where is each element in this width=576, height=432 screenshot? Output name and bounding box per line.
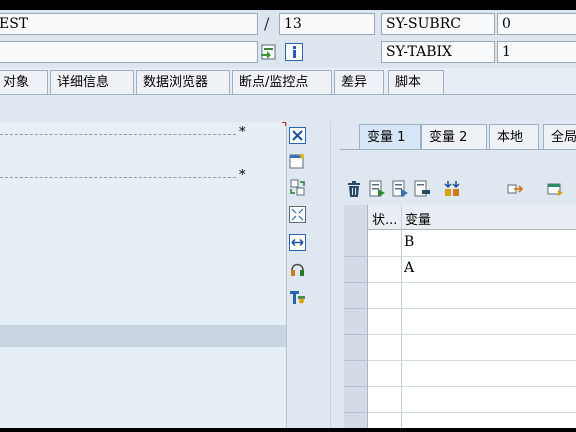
line-number-field[interactable]: 13	[279, 13, 375, 35]
tab-script[interactable]: 脚本	[388, 70, 444, 94]
source-code-area[interactable]: * *	[0, 122, 287, 428]
row-line	[368, 256, 576, 257]
scroll-corner	[282, 122, 286, 126]
sysvar-subrc-value[interactable]: 0	[497, 13, 576, 35]
sysvar-subrc-label: SY-SUBRC	[381, 13, 495, 35]
maximize-icon[interactable]	[289, 206, 306, 223]
bottom-edge	[0, 428, 576, 432]
tab-content-band	[0, 94, 576, 122]
code-line-marker-2: *	[239, 168, 246, 183]
table-row[interactable]: A	[368, 256, 576, 282]
program-field[interactable]: EST	[0, 13, 258, 35]
swap-panels-icon[interactable]	[289, 179, 306, 196]
selector-line	[344, 282, 368, 283]
row-line	[368, 360, 576, 361]
row-line	[368, 308, 576, 309]
selector-line	[344, 334, 368, 335]
variable-name-cell[interactable]: A	[404, 260, 414, 276]
tab-breakpoints[interactable]: 断点/监控点	[232, 70, 332, 94]
services-icon[interactable]	[289, 261, 306, 278]
info-icon[interactable]	[285, 43, 303, 61]
tab-details[interactable]: 详细信息	[50, 70, 134, 94]
separator-slash: /	[264, 14, 270, 33]
table-header	[368, 205, 576, 230]
sort-icon[interactable]	[443, 180, 461, 198]
current-line-highlight	[0, 325, 286, 347]
selector-line	[344, 412, 368, 413]
remove-row-icon[interactable]	[413, 180, 431, 198]
row-line	[368, 412, 576, 413]
layout-icon[interactable]	[546, 180, 564, 198]
append-row-icon[interactable]	[391, 180, 409, 198]
tab-underline	[340, 149, 576, 150]
tab-local[interactable]: 本地	[489, 124, 539, 150]
table-row[interactable]: B	[368, 230, 576, 256]
insert-icon[interactable]	[260, 43, 278, 61]
tab-variables-1[interactable]: 变量 1	[359, 124, 421, 150]
tab-global[interactable]: 全局	[543, 124, 576, 150]
selector-line	[344, 360, 368, 361]
sysvar-tabix-label: SY-TABIX	[381, 41, 495, 63]
program-field-2[interactable]	[0, 41, 258, 63]
tab-objects[interactable]: 对象	[0, 70, 48, 94]
transfer-icon[interactable]	[506, 180, 524, 198]
code-line-dashes-1	[0, 134, 236, 135]
row-line	[368, 334, 576, 335]
tab-variables-2[interactable]: 变量 2	[421, 124, 487, 150]
delete-icon[interactable]	[345, 180, 363, 198]
selector-line	[344, 256, 368, 257]
variable-name-cell[interactable]: B	[404, 234, 414, 250]
sysvar-tabix-value[interactable]: 1	[497, 41, 576, 63]
tab-diff[interactable]: 差异	[334, 70, 384, 94]
settings-tools-icon[interactable]	[289, 288, 306, 305]
insert-row-icon[interactable]	[368, 180, 386, 198]
selector-line	[344, 386, 368, 387]
code-line-marker-1: *	[239, 125, 246, 140]
row-line	[368, 282, 576, 283]
row-line	[368, 386, 576, 387]
new-window-icon[interactable]	[289, 152, 306, 169]
selector-line	[344, 308, 368, 309]
tab-data-browser[interactable]: 数据浏览器	[136, 70, 230, 94]
close-icon[interactable]	[289, 127, 306, 144]
column-header-status[interactable]: 状...	[372, 209, 397, 228]
row-selector-column	[344, 205, 368, 428]
code-line-dashes-2	[0, 177, 236, 178]
full-width-icon[interactable]	[289, 234, 306, 251]
header-toolbar: EST / 13 SY-SUBRC 0 SY-TABIX 1	[0, 10, 576, 68]
column-header-variable[interactable]: 变量	[405, 209, 431, 228]
